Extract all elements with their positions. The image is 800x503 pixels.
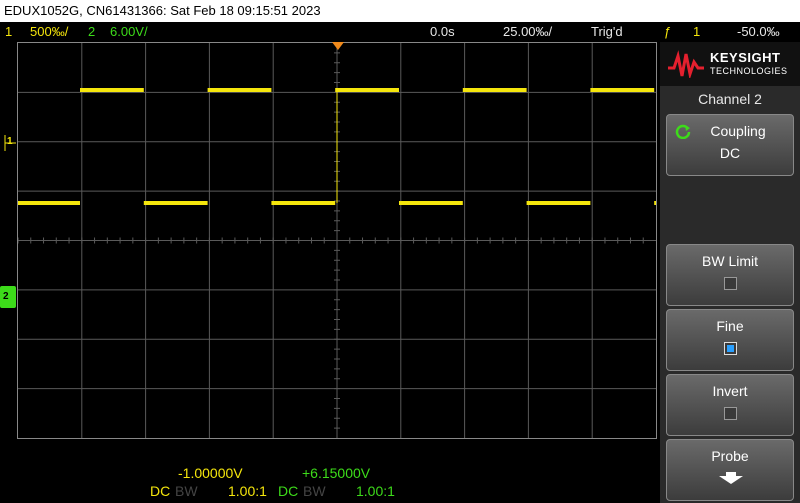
ch2-scale[interactable]: 6.00V/ bbox=[110, 22, 148, 42]
keysight-wave-icon bbox=[668, 50, 704, 78]
instrument-title: EDUX1052G, CN61431366: Sat Feb 18 09:15:… bbox=[4, 3, 321, 18]
trigger-level[interactable]: -50.0‰ bbox=[737, 22, 780, 42]
ch2-offset[interactable]: +6.15000V bbox=[302, 465, 370, 481]
coupling-label: Coupling bbox=[710, 123, 766, 139]
brand-name: KEYSIGHT bbox=[710, 50, 781, 65]
fine-label: Fine bbox=[716, 318, 744, 334]
invert-checkbox[interactable] bbox=[724, 407, 737, 420]
ch2-coupling: DC bbox=[278, 483, 299, 499]
ch1-ground-marker[interactable]: 1 bbox=[4, 133, 17, 153]
ch2-ground-marker[interactable]: 2 bbox=[0, 286, 16, 308]
coupling-value: DC bbox=[719, 145, 741, 161]
probe-label: Probe bbox=[711, 448, 749, 464]
menu-title: Channel 2 bbox=[698, 91, 762, 107]
invert-softkey[interactable]: Invert bbox=[666, 374, 794, 436]
ch2-bw-indicator: BW bbox=[303, 483, 326, 499]
trigger-edge-icon[interactable]: ƒ bbox=[664, 22, 671, 42]
graticule bbox=[18, 43, 656, 438]
bw-limit-checkbox[interactable] bbox=[724, 277, 737, 290]
ch1-number[interactable]: 1 bbox=[5, 22, 12, 42]
ch1-scale[interactable]: 500‰/ bbox=[30, 22, 68, 42]
ch2-number[interactable]: 2 bbox=[88, 22, 95, 42]
status-bar: 1 500‰/ 2 6.00V/ 0.0s 25.00‰/ Trig'd ƒ 1… bbox=[0, 22, 800, 42]
ch1-probe-ratio: 1.00:1 bbox=[228, 483, 267, 499]
trigger-state: Trig'd bbox=[591, 24, 623, 39]
time-scale[interactable]: 25.00‰/ bbox=[503, 22, 552, 42]
fine-checkbox[interactable] bbox=[724, 342, 737, 355]
time-delay[interactable]: 0.0s bbox=[430, 22, 455, 42]
ch1-offset[interactable]: -1.00000V bbox=[178, 465, 243, 481]
channel-info-bar: -1.00000V +6.15000V DC BW 1.00:1 DC BW 1… bbox=[0, 463, 660, 503]
bw-limit-softkey[interactable]: BW Limit bbox=[666, 244, 794, 306]
title-bar: EDUX1052G, CN61431366: Sat Feb 18 09:15:… bbox=[0, 0, 800, 22]
trigger-source[interactable]: 1 bbox=[693, 22, 700, 42]
softkey-panel: KEYSIGHT TECHNOLOGIES Channel 2 Coupling… bbox=[660, 42, 800, 503]
ch2-marker-label: 2 bbox=[3, 291, 9, 302]
keysight-logo: KEYSIGHT TECHNOLOGIES bbox=[660, 42, 800, 86]
waveform-display[interactable] bbox=[17, 42, 657, 439]
trigger-position-icon[interactable] bbox=[332, 42, 344, 50]
brand-subtitle: TECHNOLOGIES bbox=[710, 66, 788, 76]
ch1-marker-label: 1 bbox=[7, 136, 13, 147]
ch1-coupling: DC bbox=[150, 483, 171, 499]
ch1-bw-indicator: BW bbox=[175, 483, 198, 499]
coupling-softkey[interactable]: Coupling DC bbox=[666, 114, 794, 176]
bw-limit-label: BW Limit bbox=[702, 253, 758, 269]
invert-label: Invert bbox=[712, 383, 748, 399]
ch2-probe-ratio: 1.00:1 bbox=[356, 483, 395, 499]
probe-softkey[interactable]: Probe bbox=[666, 439, 794, 501]
fine-softkey[interactable]: Fine bbox=[666, 309, 794, 371]
submenu-arrow-icon bbox=[719, 472, 743, 484]
